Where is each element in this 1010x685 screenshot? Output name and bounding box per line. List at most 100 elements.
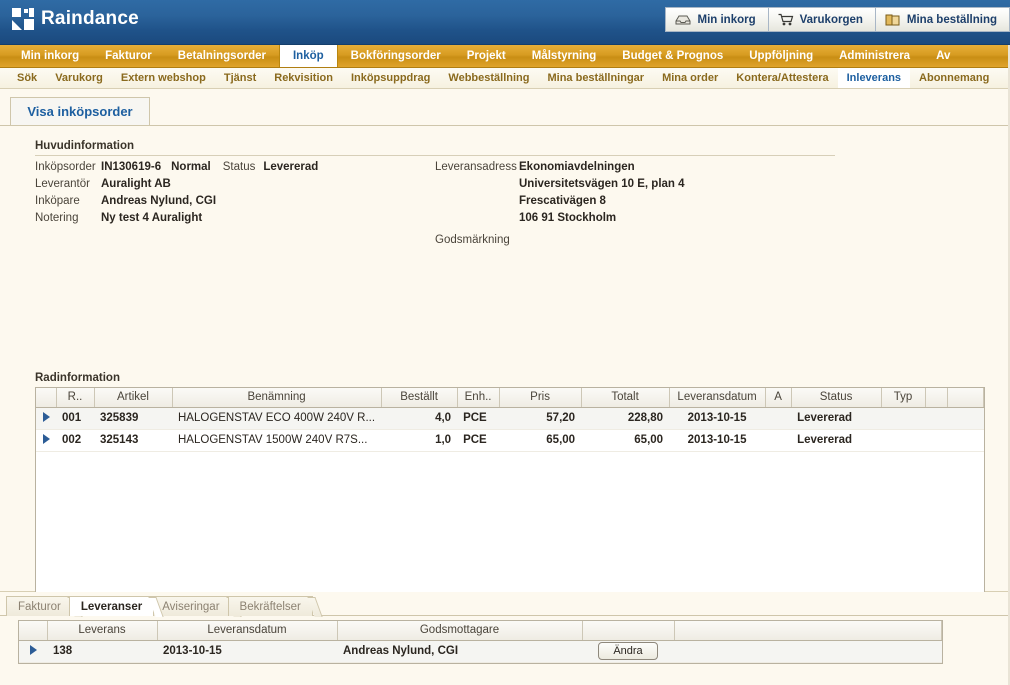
brand-name: Raindance [41,8,139,29]
sub-item-mina-bestallningar[interactable]: Mina beställningar [538,68,653,88]
sub-item-extern-webshop[interactable]: Extern webshop [112,68,215,88]
col-pris[interactable]: Pris [499,388,582,408]
tab-visa-inkopsorder[interactable]: Visa inköpsorder [10,97,150,125]
col-leverans[interactable]: Leverans [47,621,158,641]
radinformation-section: Radinformation R.. Artikel Benämning Bes… [35,372,985,622]
row-expand-toggle[interactable] [36,407,56,430]
section-title-huvudinformation: Huvudinformation [35,140,135,152]
cell-benamning[interactable]: HALOGENSTAV ECO 400W 240V R... [172,407,382,430]
table-row[interactable]: 002 325143 HALOGENSTAV 1500W 240V R7S...… [36,429,984,452]
col-typ[interactable]: Typ [881,388,926,408]
menu-item-betalningsorder[interactable]: Betalningsorder [165,45,279,67]
raindance-logo-icon [12,8,34,30]
cell-extra [674,640,942,663]
cell-pris: 65,00 [499,429,582,452]
header-button-label: Min inkorg [697,13,756,26]
col-artikel[interactable]: Artikel [94,388,173,408]
field-value-notering: Ny test 4 Auralight [101,212,203,224]
header-button-varukorgen[interactable]: Varukorgen [767,7,875,32]
col-extra-2[interactable] [947,388,984,408]
huvudinformation-left-column: Inköpsorder IN130619-6 Normal Status Lev… [35,161,435,251]
sub-item-inkopsuppdrag[interactable]: Inköpsuppdrag [342,68,439,88]
col-bestallt[interactable]: Beställt [381,388,458,408]
col-expand[interactable] [19,621,48,641]
cell-typ [881,407,926,430]
bottom-tab-fakturor[interactable]: Fakturor [6,596,73,616]
col-benamning[interactable]: Benämning [172,388,382,408]
radinformation-table: R.. Artikel Benämning Beställt Enh.. Pri… [36,388,984,452]
sub-item-webbestallning[interactable]: Webbeställning [439,68,538,88]
menu-item-administrera[interactable]: Administrera [826,45,923,67]
cell-totalt: 228,80 [581,407,670,430]
bottom-tab-leveranser[interactable]: Leveranser [68,596,155,616]
sub-item-rekvisition[interactable]: Rekvisition [265,68,342,88]
expand-arrow-icon [29,644,37,655]
field-inkopsorder: Inköpsorder IN130619-6 Normal Status Lev… [35,161,435,173]
cell-artikel: 325839 [94,407,172,430]
field-leverantor: Leverantör Auralight AB [35,178,435,190]
col-action[interactable] [582,621,675,641]
cell-rad: 001 [56,407,94,430]
menu-item-budget-prognos[interactable]: Budget & Prognos [609,45,736,67]
col-expand[interactable] [36,388,57,408]
menu-item-bokforingsorder[interactable]: Bokföringsorder [338,45,454,67]
inbox-tray-icon [675,13,691,26]
cell-pris: 57,20 [499,407,582,430]
col-status[interactable]: Status [791,388,882,408]
address-line: 106 91 Stockholm [519,212,617,224]
menu-item-malstyrning[interactable]: Målstyrning [519,45,610,67]
huvudinformation-right-column: Leveransadress Ekonomiavdelningen Univer… [435,161,835,251]
cell-bestallt: 4,0 [381,407,458,430]
cell-extra-2 [947,429,984,452]
radinformation-table-container: R.. Artikel Benämning Beställt Enh.. Pri… [35,387,985,622]
menu-item-inkop[interactable]: Inköp [278,45,338,67]
menu-item-projekt[interactable]: Projekt [454,45,519,67]
row-expand-toggle[interactable] [19,640,47,663]
cell-typ [881,429,926,452]
header-button-min-inkorg[interactable]: Min inkorg [665,7,768,32]
sub-navigation: Sök Varukorg Extern webshop Tjänst Rekvi… [0,68,1010,89]
menu-item-fakturor[interactable]: Fakturor [92,45,165,67]
address-line: Ekonomiavdelningen [519,161,635,173]
sub-item-mina-order[interactable]: Mina order [653,68,727,88]
col-rad[interactable]: R.. [56,388,95,408]
table-row[interactable]: 001 325839 HALOGENSTAV ECO 400W 240V R..… [36,407,984,430]
cell-leverans: 138 [47,640,157,663]
field-label: Notering [35,212,79,224]
sub-item-tjanst[interactable]: Tjänst [215,68,265,88]
menu-item-avsluta[interactable]: Av [923,45,963,67]
status-badge: Levererad [263,161,319,173]
field-value-leverantor: Auralight AB [101,178,171,190]
bottom-tab-bekraftelser[interactable]: Bekräftelser [227,596,313,616]
cell-leveransdatum: 2013-10-15 [669,407,766,430]
cell-godsmottagare: Andreas Nylund, CGI [337,640,582,663]
cell-action: Ändra [582,640,674,663]
col-totalt[interactable]: Totalt [581,388,670,408]
sub-item-inleverans[interactable]: Inleverans [837,68,911,88]
col-godsmottagare[interactable]: Godsmottagare [337,621,583,641]
sub-item-varukorg[interactable]: Varukorg [46,68,112,88]
cell-a [765,429,792,452]
leveranser-table: Leverans Leveransdatum Godsmottagare 138… [19,621,942,663]
sub-item-sok[interactable]: Sök [8,68,46,88]
col-a[interactable]: A [765,388,792,408]
menu-item-min-inkorg[interactable]: Min inkorg [8,45,92,67]
table-row[interactable]: 138 2013-10-15 Andreas Nylund, CGI Ändra [19,640,942,663]
cell-benamning[interactable]: HALOGENSTAV 1500W 240V R7S... [172,429,382,452]
col-leveransdatum[interactable]: Leveransdatum [157,621,338,641]
row-expand-toggle[interactable] [36,429,56,452]
field-value-order-type: Normal [171,161,211,173]
brand-logo[interactable]: Raindance [12,8,139,30]
sub-item-kontera-attestera[interactable]: Kontera/Attestera [727,68,837,88]
andra-button[interactable]: Ändra [598,642,658,660]
bottom-tabs: Fakturor Leveranser Aviseringar Bekräfte… [6,595,313,616]
sub-item-abonnemang[interactable]: Abonnemang [910,68,998,88]
page-body: Visa inköpsorder Huvudinformation Inköps… [0,89,1010,672]
col-extra[interactable] [674,621,942,641]
col-extra-1[interactable] [925,388,948,408]
header-button-mina-bestallningar[interactable]: Mina beställning [874,7,1010,32]
col-enhet[interactable]: Enh.. [457,388,500,408]
col-leveransdatum[interactable]: Leveransdatum [669,388,766,408]
menu-item-uppfoljning[interactable]: Uppföljning [736,45,826,67]
field-value-inkopsorder: IN130619-6 [101,161,162,173]
